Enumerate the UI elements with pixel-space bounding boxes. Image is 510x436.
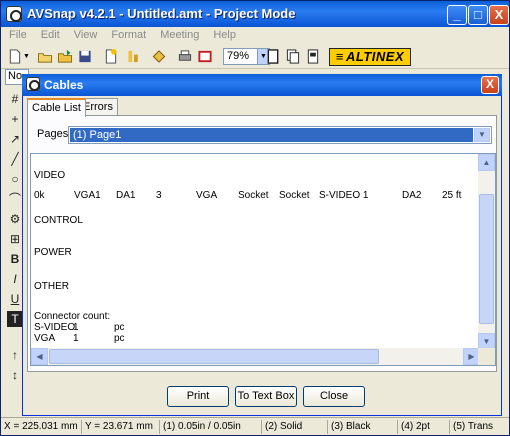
status-color: (3) Black [327, 420, 373, 434]
move-tool-icon[interactable]: + [7, 111, 23, 127]
italic-icon[interactable]: I [7, 271, 23, 287]
cell-to-device: DA2 [402, 190, 422, 201]
status-y-coord: Y = 23.671 mm [81, 420, 156, 434]
menu-file[interactable]: File [1, 27, 33, 41]
status-fill: (5) Trans [449, 420, 496, 434]
new-icon[interactable] [7, 49, 23, 64]
connector-count: 1 [73, 322, 79, 333]
dialog-close-button[interactable]: X [481, 76, 499, 94]
pages-select[interactable]: (1) Page1 ▼ [68, 126, 492, 144]
menu-meeting[interactable]: Meeting [152, 27, 205, 41]
pages-label: Pages: [37, 128, 72, 140]
left-toolbox: # + ↗ ╱ ○ ⌒ ⚙ ⊞ B I U T ↑ ↕ [7, 91, 23, 387]
dialog-button-row: Print To Text Box Close [23, 386, 503, 408]
zoom-field[interactable]: 79% [223, 48, 259, 65]
open-folder-icon[interactable] [57, 49, 73, 64]
vertical-scroll-thumb[interactable] [479, 194, 494, 324]
main-toolbar: ▼ 79% ▼ ALTINEX [1, 45, 509, 69]
cell-cable-type: VGA [196, 190, 218, 201]
underline-icon[interactable]: U [7, 291, 23, 307]
horizontal-scrollbar[interactable]: ◀ ▶ [31, 348, 480, 365]
cell-status: 0k [34, 190, 45, 201]
save-icon[interactable] [77, 49, 93, 64]
grid-tool-icon[interactable]: # [7, 91, 23, 107]
main-titlebar[interactable]: AVSnap v4.2.1 - Untitled.amt - Project M… [1, 1, 509, 27]
chevron-down-icon[interactable]: ▼ [474, 128, 490, 142]
vertical-scrollbar[interactable]: ▲ ▼ [478, 154, 495, 350]
connector-unit: pc [114, 333, 125, 344]
cell-from-port: 3 [156, 190, 162, 201]
status-width: (4) 2pt [397, 420, 433, 434]
list-item: VGA 1 pc [34, 333, 234, 345]
new-page-icon[interactable] [103, 49, 119, 64]
maximize-button[interactable]: □ [468, 5, 488, 25]
window-title: AVSnap v4.2.1 - Untitled.amt - Project M… [27, 6, 296, 21]
section-control: CONTROL [34, 215, 83, 226]
close-dialog-button[interactable]: Close [303, 386, 365, 407]
arrow-tool-icon[interactable]: ↗ [7, 131, 23, 147]
bring-forward-icon[interactable]: ↑ [7, 347, 23, 363]
avsnap-app-icon [26, 77, 40, 91]
dialog-title: Cables [44, 78, 84, 92]
menu-help[interactable]: Help [205, 27, 242, 41]
connector-name: VGA [34, 333, 56, 344]
to-text-box-button[interactable]: To Text Box [235, 386, 297, 407]
page-icon[interactable] [265, 49, 281, 64]
status-grid: (1) 0.05in / 0.05in [159, 420, 244, 434]
open-icon[interactable] [37, 49, 53, 64]
status-bar: X = 225.031 mm Y = 23.671 mm (1) 0.05in … [1, 417, 509, 435]
connector-count-label: Connector count: [34, 311, 111, 322]
dialog-titlebar[interactable]: Cables X [22, 74, 502, 96]
altinex-logo[interactable]: ALTINEX [329, 48, 411, 66]
scroll-up-icon[interactable]: ▲ [478, 154, 495, 171]
menu-view[interactable]: View [66, 27, 104, 41]
cell-to-connector: Socket [279, 190, 310, 201]
horizontal-scroll-thumb[interactable] [49, 349, 379, 364]
cell-to-port: S-VIDEO 1 [319, 190, 369, 201]
section-video: VIDEO [34, 170, 66, 181]
menu-format[interactable]: Format [103, 27, 152, 41]
close-button[interactable]: X [489, 5, 509, 25]
connector-count: 1 [73, 333, 79, 344]
align-icon[interactable]: ↕ [7, 367, 23, 383]
report-content: VIDEO 0k VGA1 DA1 3 VGA Socket Socket S-… [34, 154, 482, 350]
connector-unit: pc [114, 322, 125, 333]
ellipse-tool-icon[interactable]: ○ [7, 171, 23, 187]
cell-from-connector: Socket [238, 190, 269, 201]
table-row: 0k VGA1 DA1 3 VGA Socket Socket S-VIDEO … [34, 190, 474, 202]
cables-dialog: Cables X Cable List Errors Pages: (1) Pa… [22, 74, 502, 416]
arrange-icon[interactable] [127, 49, 143, 64]
cell-cable-id: VGA1 [74, 190, 101, 201]
bold-icon[interactable]: B [7, 251, 23, 267]
page-setup-icon[interactable] [305, 49, 321, 64]
arc-tool-icon[interactable]: ⌒ [7, 191, 23, 207]
scroll-corner [478, 348, 495, 365]
tab-cable-list[interactable]: Cable List [27, 98, 86, 117]
print-button[interactable]: Print [167, 386, 229, 407]
cell-length: 25 ft [442, 190, 462, 201]
section-other: OTHER [34, 281, 69, 292]
menu-bar: File Edit View Format Meeting Help [1, 27, 509, 45]
text-tool-icon[interactable]: T [7, 311, 23, 327]
component-tool-icon[interactable]: ⚙ [7, 211, 23, 227]
menu-edit[interactable]: Edit [33, 27, 66, 41]
cell-from-device: DA1 [116, 190, 136, 201]
cable-list-panel: Pages: (1) Page1 ▼ VIDEO 0k VGA1 DA1 3 V… [27, 115, 497, 372]
status-line-style: (2) Solid [261, 420, 305, 434]
copy-page-icon[interactable] [285, 49, 301, 64]
section-power: POWER [34, 247, 72, 258]
print-icon[interactable] [177, 49, 193, 64]
cable-report[interactable]: VIDEO 0k VGA1 DA1 3 VGA Socket Socket S-… [30, 153, 496, 366]
avsnap-app-icon [6, 6, 22, 22]
status-x-coord: X = 225.031 mm [4, 421, 78, 432]
stop-icon[interactable] [197, 49, 213, 64]
line-tool-icon[interactable]: ╱ [7, 151, 23, 167]
table-tool-icon[interactable]: ⊞ [7, 231, 23, 247]
connector-name: S-VIDEO [34, 322, 76, 333]
minimize-button[interactable]: _ [447, 5, 467, 25]
pages-select-value[interactable]: (1) Page1 [70, 128, 473, 142]
scroll-left-icon[interactable]: ◀ [31, 348, 48, 365]
component-icon[interactable] [151, 49, 167, 64]
